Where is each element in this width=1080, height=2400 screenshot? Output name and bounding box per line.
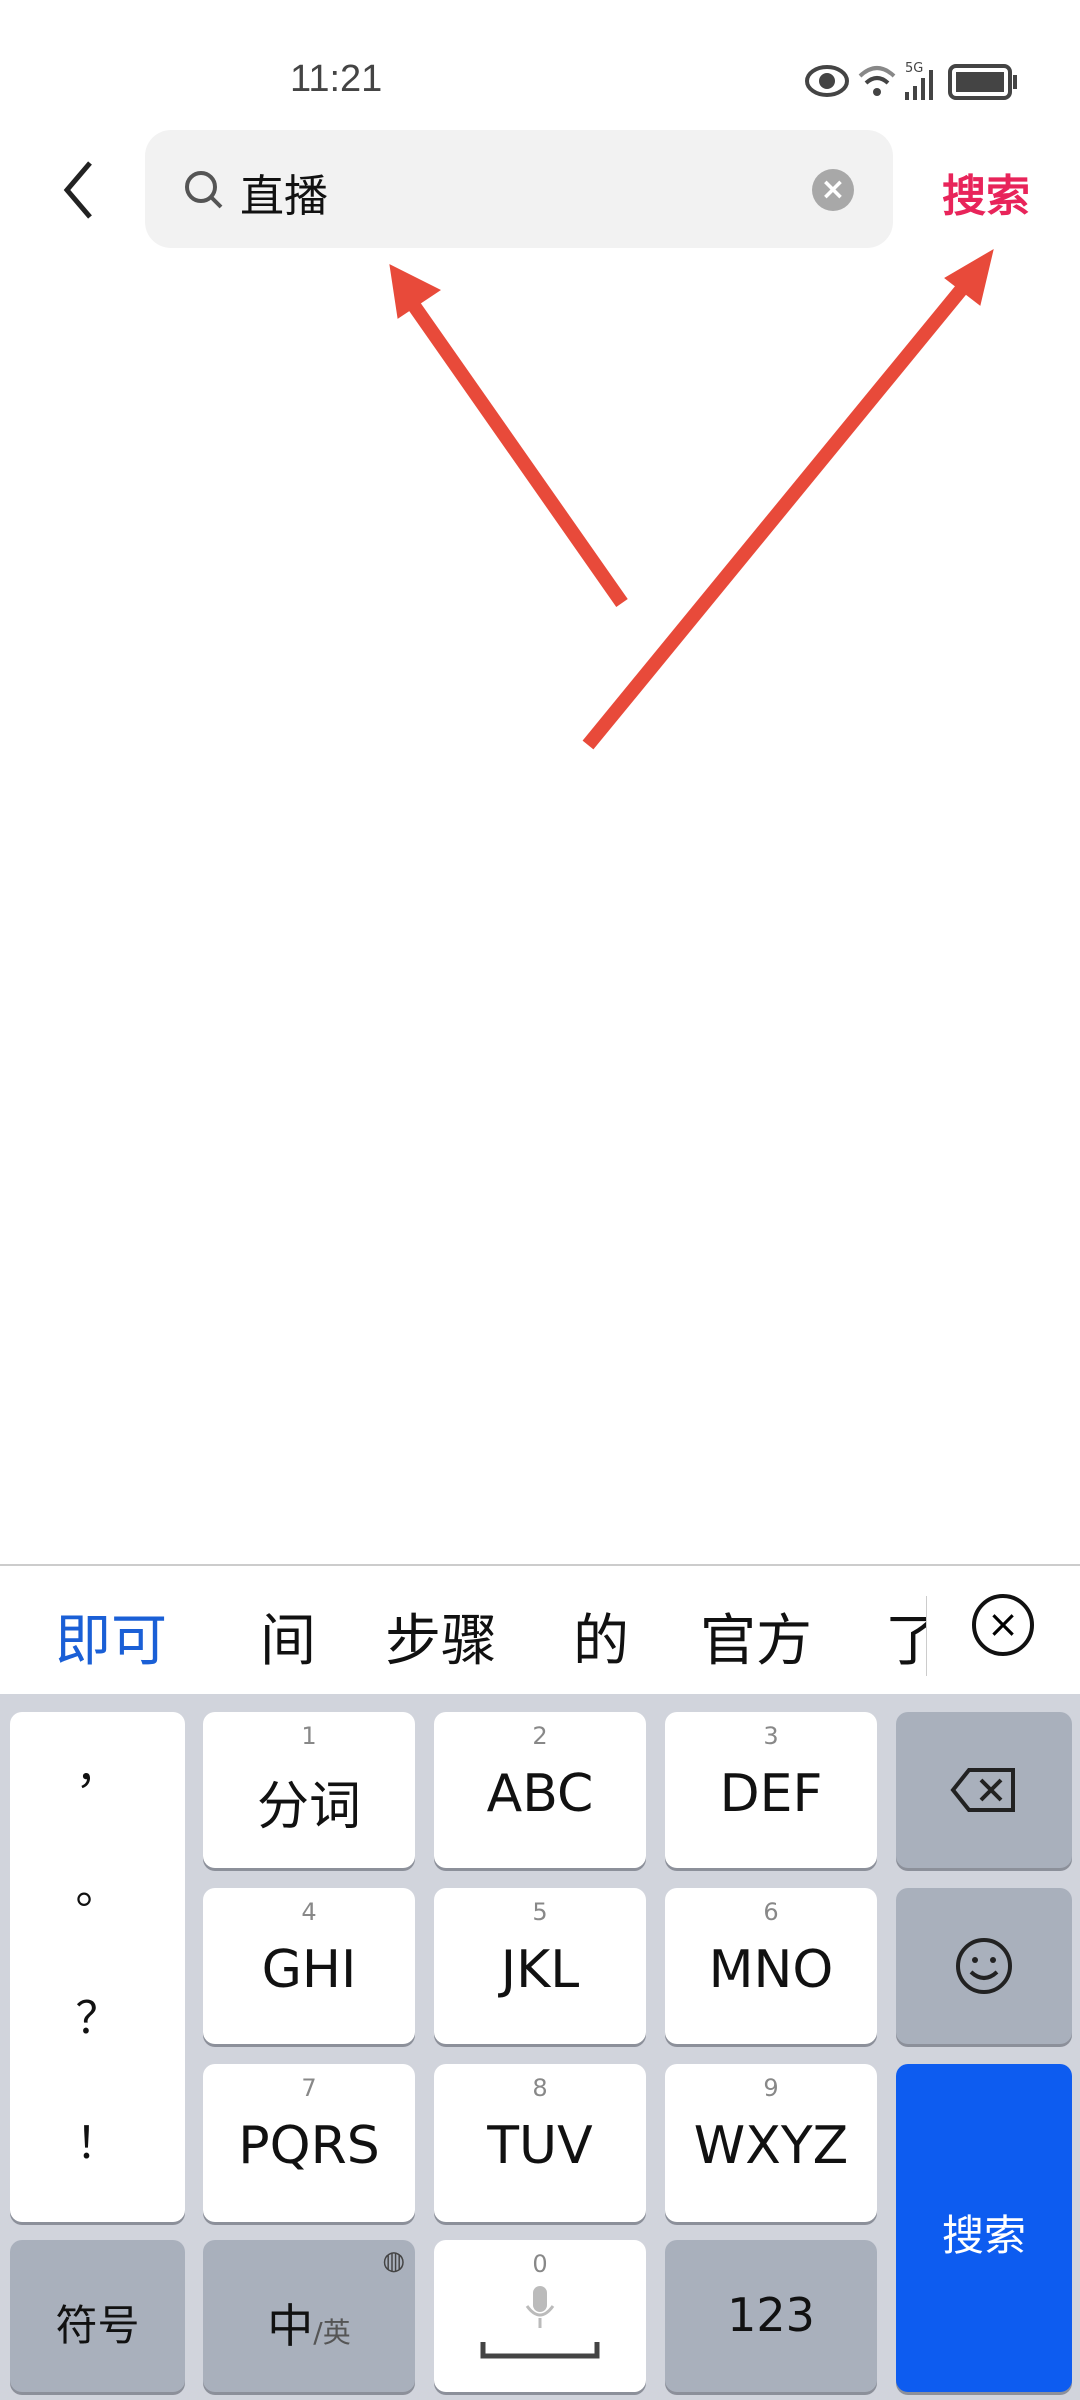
candidate-item[interactable]: 的 (573, 1596, 629, 1677)
backspace-icon (950, 1768, 1015, 1812)
key-8[interactable]: 8 TUV (434, 2064, 646, 2222)
candidate-item[interactable]: 了 (885, 1596, 927, 1677)
backspace-key[interactable] (896, 1712, 1072, 1868)
key-9[interactable]: 9 WXYZ (665, 2064, 877, 2222)
candidate-item[interactable]: 间 (260, 1596, 316, 1677)
space-key[interactable]: 0 (434, 2240, 646, 2392)
punct-key[interactable]: ！ (10, 2107, 185, 2171)
key-4[interactable]: 4 GHI (203, 1888, 415, 2044)
divider (926, 1596, 927, 1676)
search-key[interactable]: 搜索 (896, 2064, 1072, 2392)
key-6[interactable]: 6 MNO (665, 1888, 877, 2044)
keyboard: ， 。 ？ ！ 1 分词 2 ABC 3 DEF 4 GHI 5 JKL 6 MNO 7 PQ… (0, 1694, 1080, 2400)
punct-key[interactable]: 。 (10, 1852, 185, 1916)
space-bar-icon (480, 2342, 600, 2359)
close-candidates-icon[interactable]: × (972, 1594, 1034, 1656)
language-switch-key[interactable]: ◍ 中/英 (203, 2240, 415, 2392)
numbers-key[interactable]: 123 (665, 2240, 877, 2392)
punctuation-column[interactable]: ， 。 ？ ！ (10, 1712, 185, 2222)
arrow-to-search-input (389, 264, 628, 608)
candidate-item[interactable]: 官方 (700, 1596, 812, 1677)
key-3[interactable]: 3 DEF (665, 1712, 877, 1868)
punct-key[interactable]: ？ (10, 1982, 185, 2046)
key-5[interactable]: 5 JKL (434, 1888, 646, 2044)
emoji-icon (956, 1938, 1012, 1994)
emoji-key[interactable] (896, 1888, 1072, 2044)
microphone-icon (525, 2286, 555, 2328)
candidate-item[interactable]: 即可 (55, 1596, 167, 1677)
globe-icon: ◍ (382, 2246, 405, 2276)
arrow-to-search-button (582, 248, 994, 750)
symbols-key[interactable]: 符号 (10, 2240, 185, 2392)
key-1[interactable]: 1 分词 (203, 1712, 415, 1868)
key-7[interactable]: 7 PQRS (203, 2064, 415, 2222)
candidate-item[interactable]: 步骤 (385, 1596, 497, 1677)
annotation-arrows (389, 248, 994, 750)
candidate-bar: 即可 间 步骤 的 官方 了 × (0, 1564, 1080, 1694)
punct-key[interactable]: ， (10, 1732, 185, 1796)
key-2[interactable]: 2 ABC (434, 1712, 646, 1868)
